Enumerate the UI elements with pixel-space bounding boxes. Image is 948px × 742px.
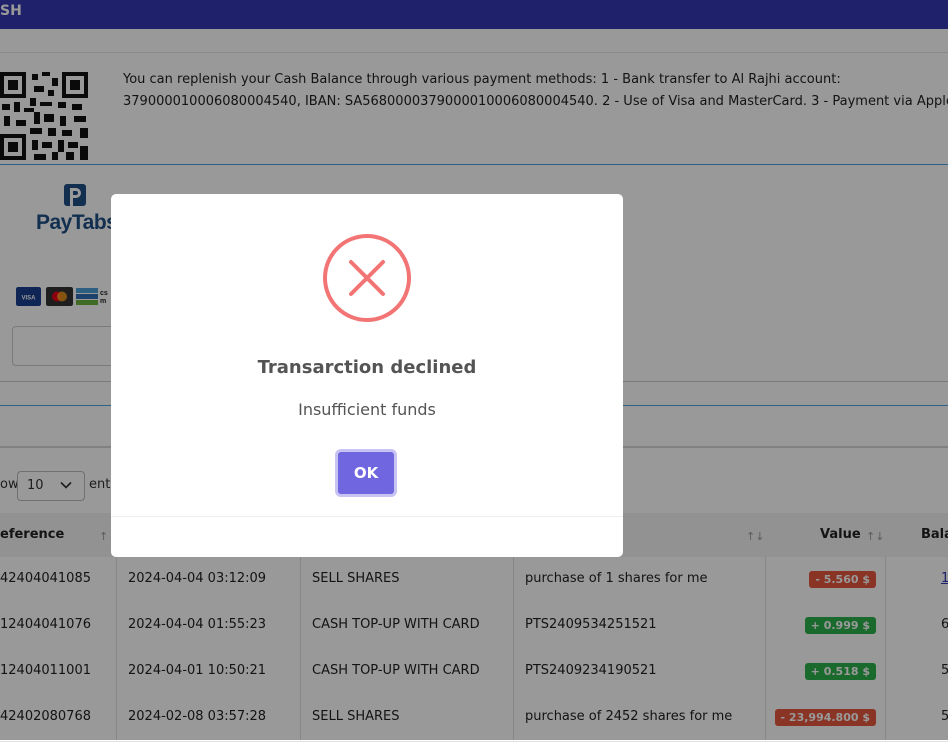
error-x-icon bbox=[323, 234, 411, 322]
ok-button[interactable]: OK bbox=[335, 449, 397, 497]
dialog-message: Insufficient funds bbox=[298, 400, 436, 419]
error-dialog: Transarction declined Insufficient funds… bbox=[111, 194, 623, 557]
dialog-title: Transarction declined bbox=[257, 357, 477, 378]
dialog-footer-divider bbox=[111, 516, 623, 517]
